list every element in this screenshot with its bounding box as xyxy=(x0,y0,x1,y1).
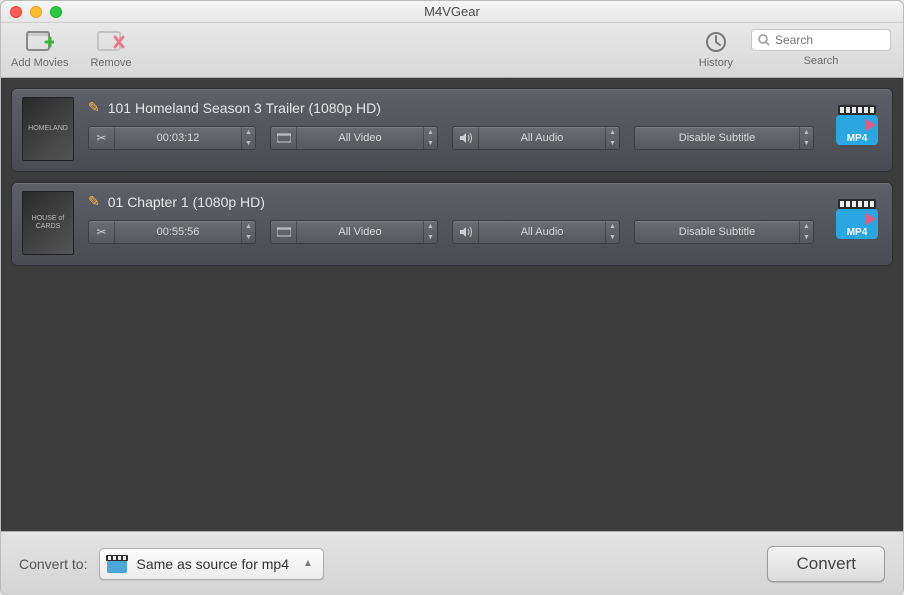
audio-track-control[interactable]: All Audio ▲▼ xyxy=(452,220,620,244)
video-value: All Video xyxy=(297,226,423,238)
format-text: MP4 xyxy=(847,227,868,238)
footer: Convert to: Same as source for mp4 ▲ Con… xyxy=(1,531,903,595)
window-title: M4VGear xyxy=(424,4,480,19)
duration-control[interactable]: ✂ 00:03:12 ▲▼ xyxy=(88,126,256,150)
titlebar: M4VGear xyxy=(1,1,903,23)
subtitle-control[interactable]: Disable Subtitle ▲▼ xyxy=(634,126,814,150)
output-format-selector[interactable]: Same as source for mp4 ▲ xyxy=(99,548,323,580)
search-input[interactable] xyxy=(775,33,884,47)
movie-title: 01 Chapter 1 (1080p HD) xyxy=(108,194,265,210)
history-button[interactable]: History xyxy=(699,29,733,69)
search-input-wrapper[interactable] xyxy=(751,29,891,51)
movie-item[interactable]: HOUSE of CARDS ✎ 01 Chapter 1 (1080p HD)… xyxy=(11,182,893,266)
add-movies-button[interactable]: Add Movies xyxy=(11,27,68,69)
audio-track-control[interactable]: All Audio ▲▼ xyxy=(452,126,620,150)
add-movies-label: Add Movies xyxy=(11,57,68,69)
close-window-button[interactable] xyxy=(10,6,22,18)
duration-value: 00:55:56 xyxy=(115,226,241,238)
audio-value: All Audio xyxy=(479,226,605,238)
video-stepper[interactable]: ▲▼ xyxy=(423,127,437,149)
history-label: History xyxy=(699,57,733,69)
video-track-control[interactable]: All Video ▲▼ xyxy=(270,126,438,150)
output-format-badge[interactable]: MP4 xyxy=(834,103,880,149)
subtitle-value: Disable Subtitle xyxy=(635,226,799,238)
scissors-icon: ✂ xyxy=(89,221,115,243)
history-icon xyxy=(703,29,729,55)
convert-button[interactable]: Convert xyxy=(767,546,885,582)
convert-to-label: Convert to: xyxy=(19,556,87,572)
remove-label: Remove xyxy=(90,57,131,69)
audio-value: All Audio xyxy=(479,132,605,144)
search-label: Search xyxy=(804,55,839,67)
clapper-icon xyxy=(106,554,128,574)
subtitle-stepper[interactable]: ▲▼ xyxy=(799,221,813,243)
video-icon xyxy=(271,221,297,243)
minimize-window-button[interactable] xyxy=(30,6,42,18)
subtitle-value: Disable Subtitle xyxy=(635,132,799,144)
duration-control[interactable]: ✂ 00:55:56 ▲▼ xyxy=(88,220,256,244)
duration-stepper[interactable]: ▲▼ xyxy=(241,221,255,243)
duration-value: 00:03:12 xyxy=(115,132,241,144)
movie-thumbnail: HOUSE of CARDS xyxy=(22,191,74,255)
audio-stepper[interactable]: ▲▼ xyxy=(605,127,619,149)
video-icon xyxy=(271,127,297,149)
remove-button[interactable]: Remove xyxy=(90,27,131,69)
subtitle-control[interactable]: Disable Subtitle ▲▼ xyxy=(634,220,814,244)
video-track-control[interactable]: All Video ▲▼ xyxy=(270,220,438,244)
toolbar: Add Movies Remove History xyxy=(1,23,903,78)
audio-icon xyxy=(453,127,479,149)
add-movies-icon xyxy=(25,27,55,55)
edit-title-icon[interactable]: ✎ xyxy=(88,99,100,116)
subtitle-stepper[interactable]: ▲▼ xyxy=(799,127,813,149)
output-format-badge[interactable]: MP4 xyxy=(834,197,880,243)
audio-stepper[interactable]: ▲▼ xyxy=(605,221,619,243)
remove-icon xyxy=(96,27,126,55)
movie-item[interactable]: HOMELAND ✎ 101 Homeland Season 3 Trailer… xyxy=(11,88,893,172)
window-controls xyxy=(10,6,62,18)
video-stepper[interactable]: ▲▼ xyxy=(423,221,437,243)
search-icon xyxy=(758,34,770,46)
format-text: MP4 xyxy=(847,133,868,144)
movie-title: 101 Homeland Season 3 Trailer (1080p HD) xyxy=(108,100,381,116)
edit-title-icon[interactable]: ✎ xyxy=(88,193,100,210)
output-format-value: Same as source for mp4 xyxy=(136,556,289,572)
movie-list: HOMELAND ✎ 101 Homeland Season 3 Trailer… xyxy=(1,78,903,531)
audio-icon xyxy=(453,221,479,243)
video-value: All Video xyxy=(297,132,423,144)
movie-thumbnail: HOMELAND xyxy=(22,97,74,161)
duration-stepper[interactable]: ▲▼ xyxy=(241,127,255,149)
dropdown-arrow-icon: ▲ xyxy=(303,558,313,569)
scissors-icon: ✂ xyxy=(89,127,115,149)
zoom-window-button[interactable] xyxy=(50,6,62,18)
